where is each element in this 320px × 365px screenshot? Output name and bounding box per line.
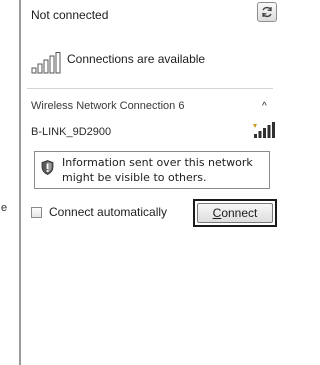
connect-button-face[interactable]: Connect: [197, 203, 273, 223]
connect-automatically-checkbox[interactable]: [31, 206, 42, 218]
connection-status-title: Not connected: [31, 8, 109, 22]
collapse-chevron-icon[interactable]: ^: [262, 101, 267, 112]
refresh-icon: [262, 6, 272, 18]
connect-automatically-row: Connect automatically: [31, 205, 167, 219]
signal-bars-icon: [31, 52, 61, 74]
section-divider: [27, 88, 273, 89]
shield-icon: [41, 160, 54, 175]
refresh-button[interactable]: [257, 2, 277, 22]
wireless-connection-header[interactable]: Wireless Network Connection 6: [31, 100, 184, 112]
connect-mnemonic-letter: C: [212, 206, 222, 220]
background-text-fragment: e: [1, 202, 8, 214]
security-warning-box: Information sent over this network might…: [34, 151, 270, 189]
wifi-flyout-screenshot: e Not connected Connections are availabl…: [0, 0, 277, 365]
connect-button[interactable]: Connect: [193, 199, 277, 227]
connect-automatically-label[interactable]: Connect automatically: [49, 205, 167, 219]
warning-line-2: might be visible to others.: [62, 171, 207, 184]
security-warning-text: Information sent over this network might…: [62, 155, 253, 185]
network-ssid[interactable]: B-LINK_9D2900: [31, 126, 111, 138]
network-flyout-panel: Not connected Connections are available: [19, 0, 277, 365]
connections-available-label: Connections are available: [67, 52, 206, 66]
signal-strength-icon: [253, 122, 275, 138]
warning-line-1: Information sent over this network: [62, 156, 253, 169]
connections-available-row: Connections are available: [31, 52, 205, 74]
connect-button-label: onnect: [221, 206, 258, 220]
